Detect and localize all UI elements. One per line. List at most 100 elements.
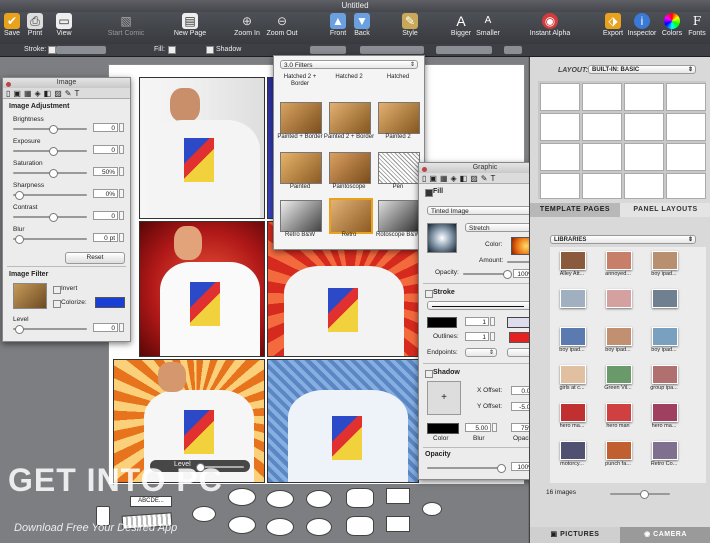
stroke-width-field[interactable]: 1 (465, 317, 489, 326)
library-thumb[interactable] (560, 365, 586, 384)
view-button[interactable]: ▭ View (52, 13, 76, 37)
speech-balloon-4[interactable] (266, 490, 294, 508)
blur-field[interactable]: 0 pt (93, 233, 118, 242)
stroke-color-swatch[interactable] (427, 317, 457, 328)
template-thumb[interactable] (540, 113, 580, 141)
stroke-style-dropdown[interactable] (427, 301, 541, 311)
burst-balloon-1[interactable] (346, 488, 374, 508)
burst-balloon-2[interactable] (346, 516, 374, 536)
template-thumb[interactable] (666, 83, 706, 111)
image-palette-tabs[interactable]: ▯▣▦◈◧▨✎T (3, 88, 130, 99)
outlines-field[interactable]: 1 (465, 332, 489, 341)
template-thumb[interactable] (666, 113, 706, 141)
brightness-field[interactable]: 0 (93, 123, 118, 132)
filter-thumb-painted-2-border[interactable] (329, 102, 371, 134)
filter-thumb-paintoscope[interactable] (329, 152, 371, 184)
level-stepper[interactable] (119, 323, 124, 332)
saturation-stepper[interactable] (119, 167, 124, 176)
bigger-button[interactable]: A Bigger (448, 13, 474, 37)
libraries-dropdown[interactable]: LIBRARIES (550, 235, 696, 245)
template-thumb[interactable] (540, 143, 580, 171)
exposure-stepper[interactable] (119, 145, 124, 154)
colorize-checkbox[interactable] (53, 300, 61, 308)
level-field[interactable]: 0 (93, 323, 118, 332)
font-dropdown[interactable] (310, 46, 346, 54)
brightness-stepper[interactable] (119, 123, 124, 132)
speech-balloon-1[interactable] (192, 506, 216, 522)
whisper-balloon[interactable] (422, 502, 442, 516)
style-button[interactable]: ✎ Style (398, 13, 422, 37)
start-comic-button[interactable]: ▧ Start Comic (104, 13, 148, 37)
library-thumb[interactable] (652, 441, 678, 460)
template-thumb[interactable] (624, 173, 664, 199)
zoom-out-button[interactable]: ⊖ Zoom Out (265, 13, 299, 37)
tab-camera[interactable]: ◉ CAMERA (620, 527, 710, 543)
opacity-slider[interactable] (463, 270, 512, 279)
template-thumb[interactable] (666, 143, 706, 171)
template-thumb[interactable] (582, 143, 622, 171)
template-thumb[interactable] (624, 143, 664, 171)
export-button[interactable]: ⬗ Export (600, 13, 626, 37)
library-thumb[interactable] (652, 403, 678, 422)
font-size-dropdown[interactable] (436, 46, 492, 54)
shadow-checkbox[interactable] (425, 370, 433, 378)
close-icon[interactable] (422, 167, 427, 172)
shadow-checkbox[interactable] (206, 46, 214, 54)
invert-checkbox[interactable] (53, 286, 61, 294)
close-icon[interactable] (6, 82, 11, 87)
exposure-field[interactable]: 0 (93, 145, 118, 154)
fill-image-well[interactable] (427, 223, 457, 253)
library-thumb[interactable] (560, 327, 586, 346)
filter-thumb-painted-border[interactable] (280, 102, 322, 134)
library-thumb[interactable] (560, 403, 586, 422)
template-thumb[interactable] (540, 83, 580, 111)
colors-button[interactable]: Colors (660, 13, 684, 37)
thought-balloon-1[interactable] (306, 490, 332, 508)
filter-thumb-painted[interactable] (280, 152, 322, 184)
template-thumb[interactable] (582, 83, 622, 111)
stroke-width-stepper[interactable] (490, 317, 495, 326)
sharpness-slider[interactable] (13, 191, 87, 200)
object-opacity-slider[interactable] (427, 464, 506, 473)
align-dropdown[interactable] (504, 46, 522, 54)
template-thumb[interactable] (582, 113, 622, 141)
comic-panel-5[interactable] (267, 359, 419, 483)
shadow-blur-stepper[interactable] (492, 423, 497, 432)
library-thumb[interactable] (652, 251, 678, 270)
contrast-stepper[interactable] (119, 211, 124, 220)
filter-thumb-retro-selected[interactable] (329, 198, 373, 234)
library-thumb[interactable] (652, 327, 678, 346)
blur-slider[interactable] (13, 235, 87, 244)
comic-panel-2[interactable] (139, 221, 265, 357)
fill-checkbox[interactable] (168, 46, 176, 54)
square-balloon-2[interactable] (386, 516, 410, 532)
layout-dropdown[interactable]: BUILT-IN: BASIC (588, 65, 696, 75)
tab-panel-layouts[interactable]: PANEL LAYOUTS (620, 203, 710, 217)
print-button[interactable]: ⎙ Print (24, 13, 46, 37)
exposure-slider[interactable] (13, 147, 87, 156)
stroke-style-dropdown[interactable] (56, 46, 106, 54)
library-thumb[interactable] (606, 251, 632, 270)
filter-thumb-rotoscope-bw[interactable] (378, 200, 420, 232)
template-thumb[interactable] (624, 83, 664, 111)
smaller-button[interactable]: A Smaller (474, 13, 502, 37)
comic-panel-1[interactable] (139, 77, 265, 219)
start-endpoint-dropdown[interactable] (465, 348, 497, 358)
back-button[interactable]: ▼ Back (350, 13, 374, 37)
template-thumb[interactable] (666, 173, 706, 199)
speech-balloon-3[interactable] (228, 516, 256, 534)
template-thumb[interactable] (582, 173, 622, 199)
sharpness-stepper[interactable] (119, 189, 124, 198)
library-thumb[interactable] (560, 251, 586, 270)
tab-pictures[interactable]: ▣ PICTURES (530, 527, 620, 543)
contrast-field[interactable]: 0 (93, 211, 118, 220)
zoom-in-button[interactable]: ⊕ Zoom In (232, 13, 262, 37)
colorize-swatch[interactable] (95, 297, 125, 308)
template-thumb[interactable] (540, 173, 580, 199)
fill-checkbox[interactable] (425, 189, 433, 197)
speech-balloon-2[interactable] (228, 488, 256, 506)
fill-type-dropdown[interactable]: Tinted Image (427, 206, 541, 216)
font-style-dropdown[interactable] (360, 46, 424, 54)
shadow-color-swatch[interactable] (427, 423, 459, 434)
sharpness-field[interactable]: 0% (93, 189, 118, 198)
